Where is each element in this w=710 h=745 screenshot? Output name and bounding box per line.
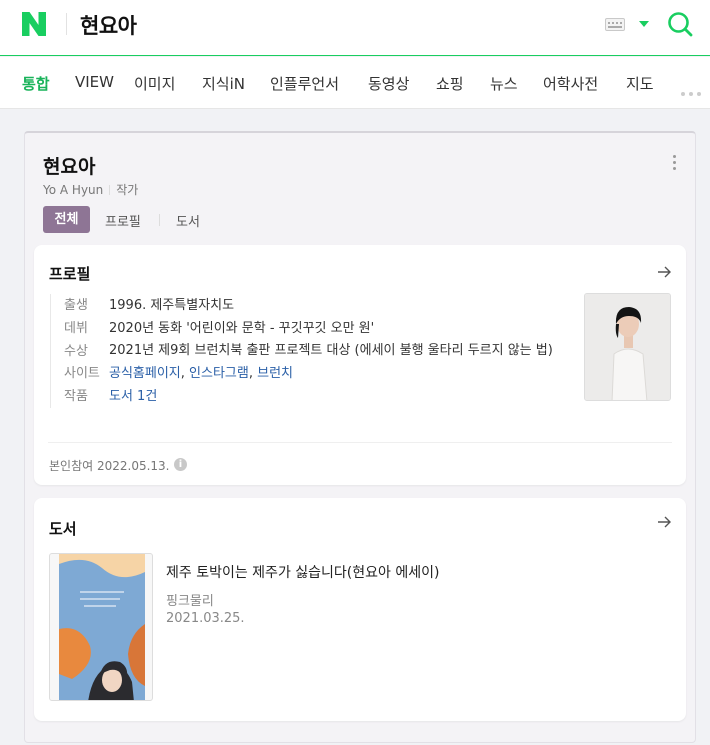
book-title-link[interactable]: 제주 토박이는 제주가 싫습니다(현요아 에세이) — [166, 562, 439, 582]
naver-logo[interactable] — [22, 12, 46, 36]
tab-news[interactable]: 뉴스 — [490, 73, 518, 94]
tab-all[interactable]: 통합 — [22, 73, 50, 94]
subtab-all[interactable]: 전체 — [43, 206, 90, 233]
works-link[interactable]: 도서 1건 — [109, 385, 570, 408]
search-query[interactable]: 현요아 — [80, 10, 137, 40]
more-tabs-icon[interactable] — [681, 81, 705, 100]
subtab-profile[interactable]: 프로필 — [105, 211, 141, 230]
book-date: 2021.03.25. — [166, 611, 245, 626]
info-icon[interactable]: i — [174, 458, 187, 471]
profile-row-works: 작품 도서 1건 — [64, 385, 570, 408]
brunch-link[interactable]: 브런치 — [257, 366, 293, 381]
person-name: 현요아 — [43, 156, 96, 178]
tab-map[interactable]: 지도 — [626, 73, 654, 94]
tab-influencer[interactable]: 인플루언서 — [270, 73, 339, 94]
profile-row-birth: 출생 1996. 제주특별자치도 — [64, 298, 235, 313]
profile-row-sites: 사이트 공식홈페이지, 인스타그램, 브런치 — [64, 366, 293, 381]
arrow-right-icon[interactable] — [657, 266, 671, 278]
tab-shopping[interactable]: 쇼핑 — [436, 73, 464, 94]
top-bar: 현요아 — [0, 0, 710, 56]
profile-divider — [48, 442, 672, 443]
tab-kin[interactable]: 지식iN — [202, 73, 245, 94]
tab-images[interactable]: 이미지 — [134, 73, 175, 94]
self-reference-date: 본인참여 2022.05.13. — [49, 459, 170, 473]
profile-rows: 출생 1996. 제주특별자치도 데뷔 2020년 동화 '어린이와 문학 - … — [50, 294, 570, 408]
header-divider — [66, 13, 67, 35]
tab-dictionary[interactable]: 어학사전 — [543, 73, 598, 94]
profile-photo[interactable] — [584, 293, 671, 401]
profile-row-award: 수상 2021년 제9회 브런치북 출판 프로젝트 대상 (에세이 불행 울타리… — [64, 343, 553, 359]
profile-row-debut: 데뷔 2020년 동화 '어린이와 문학 - 꾸깃꾸깃 오만 원' — [64, 321, 375, 336]
keyboard-icon[interactable] — [605, 18, 625, 31]
arrow-right-icon[interactable] — [657, 516, 671, 528]
search-tabs: 통합 VIEW 이미지 지식iN 인플루언서 동영상 쇼핑 뉴스 어학사전 지도 — [0, 57, 710, 109]
more-options-icon[interactable] — [673, 155, 677, 173]
person-photo-icon — [585, 294, 670, 400]
occupation: 작가 — [116, 183, 139, 197]
search-icon[interactable] — [667, 11, 693, 37]
book-cover[interactable] — [49, 553, 153, 701]
tab-view[interactable]: VIEW — [75, 73, 114, 91]
profile-title: 프로필 — [49, 265, 91, 283]
instagram-link[interactable]: 인스타그램 — [189, 366, 249, 381]
book-cover-illustration — [59, 554, 145, 700]
tab-video[interactable]: 동영상 — [368, 73, 409, 94]
official-site-link[interactable]: 공식홈페이지 — [109, 366, 181, 381]
person-subtitle: Yo A Hyun 작가 — [43, 181, 138, 198]
books-title: 도서 — [49, 520, 77, 538]
english-name: Yo A Hyun — [43, 183, 104, 197]
subtab-books[interactable]: 도서 — [176, 211, 200, 230]
dropdown-arrow-icon[interactable] — [639, 21, 649, 27]
book-publisher: 핑크물리 — [166, 594, 214, 609]
